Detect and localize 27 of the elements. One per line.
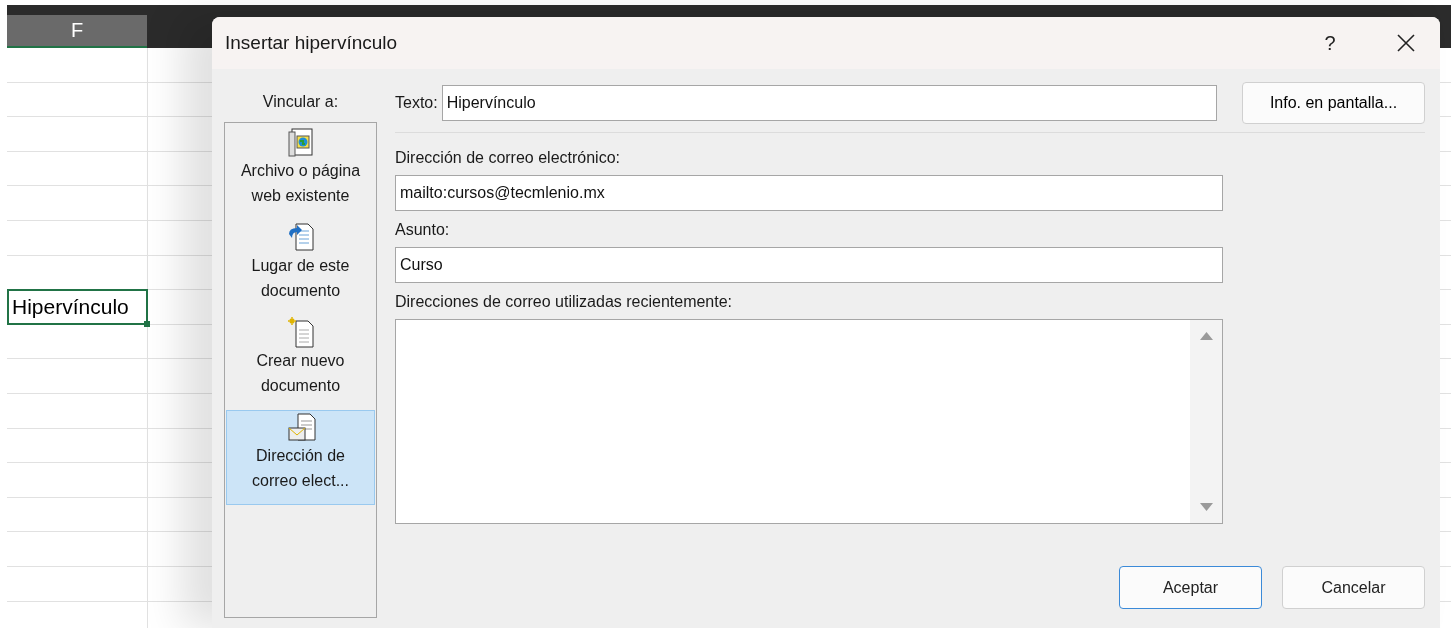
scrollbar[interactable]: [1190, 320, 1222, 523]
web-page-icon: [285, 127, 316, 158]
link-to-label: Vincular a:: [262, 92, 339, 112]
email-field[interactable]: mailto:cursos@tecmlenio.mx: [395, 175, 1223, 211]
link-target-item[interactable]: Archivo o página web existente: [226, 125, 375, 220]
screen-tip-button[interactable]: Info. en pantalla...: [1242, 82, 1425, 124]
dialog-button[interactable]: Aceptar: [1119, 566, 1262, 609]
new-document-icon: [285, 317, 316, 348]
dialog-button[interactable]: Cancelar: [1282, 566, 1425, 609]
link-target-item[interactable]: Crear nuevo documento: [226, 315, 375, 410]
fill-handle[interactable]: [144, 320, 150, 327]
link-target-item[interactable]: Dirección de correo elect...: [226, 410, 375, 505]
link-target-item[interactable]: Lugar de este documento: [226, 220, 375, 315]
email-label: Dirección de correo electrónico:: [395, 149, 621, 167]
subject-label: Asunto:: [395, 221, 451, 239]
scroll-up-icon[interactable]: [1199, 332, 1213, 340]
subject-field[interactable]: Curso: [395, 247, 1223, 283]
dialog-title: Insertar hipervínculo: [225, 32, 399, 54]
close-icon: [1397, 34, 1415, 52]
recent-addresses-label: Direcciones de correo utilizadas recientemente:: [395, 293, 734, 311]
selected-cell[interactable]: Hipervínculo: [7, 289, 148, 325]
help-button[interactable]: ?: [1302, 21, 1358, 65]
scroll-down-icon[interactable]: [1199, 503, 1213, 511]
column-header[interactable]: F: [7, 15, 147, 48]
text-field[interactable]: Hipervínculo: [441, 85, 1217, 121]
text-label: Texto:: [395, 94, 438, 112]
mail-document-icon: [285, 412, 316, 443]
